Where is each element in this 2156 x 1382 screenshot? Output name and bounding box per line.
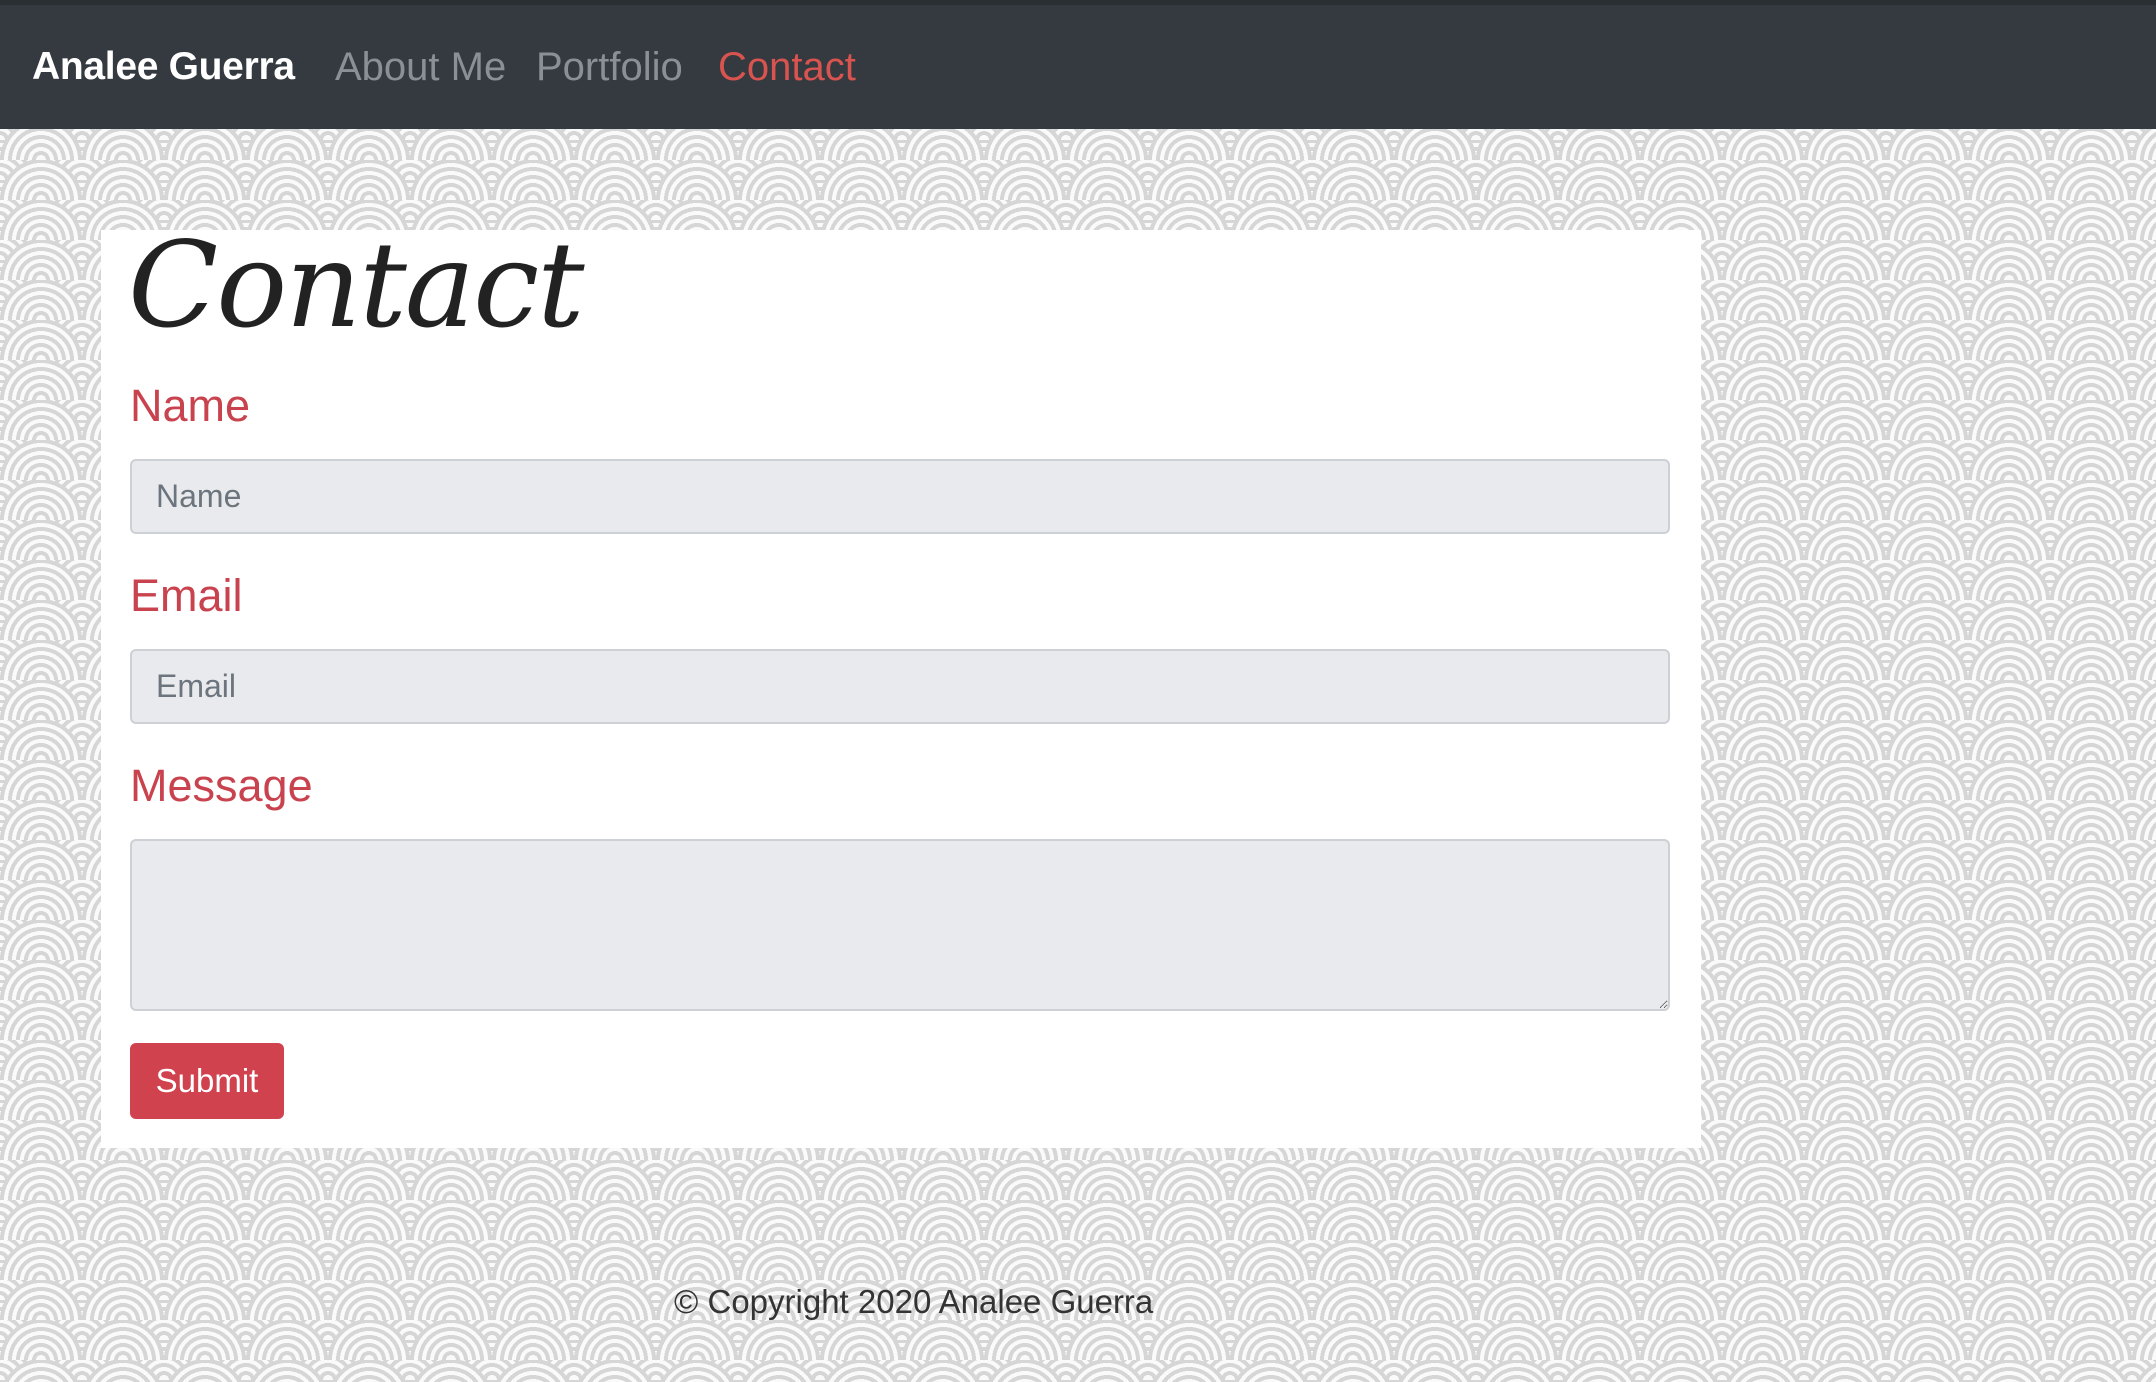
top-navbar: Analee Guerra About Me Portfolio Contact (0, 0, 2156, 129)
page-title: Contact (128, 216, 585, 354)
email-input[interactable] (130, 649, 1670, 724)
submit-button[interactable]: Submit (130, 1043, 284, 1119)
name-label: Name (130, 380, 251, 431)
nav-link-portfolio[interactable]: Portfolio (536, 45, 683, 90)
message-textarea[interactable] (130, 839, 1670, 1011)
footer-copyright: © Copyright 2020 Analee Guerra (674, 1283, 1154, 1320)
message-label: Message (130, 760, 313, 811)
name-input[interactable] (130, 459, 1670, 534)
email-label: Email (130, 570, 243, 621)
brand-link[interactable]: Analee Guerra (32, 45, 295, 89)
nav-link-about-me[interactable]: About Me (335, 45, 506, 90)
nav-link-contact[interactable]: Contact (718, 45, 856, 90)
